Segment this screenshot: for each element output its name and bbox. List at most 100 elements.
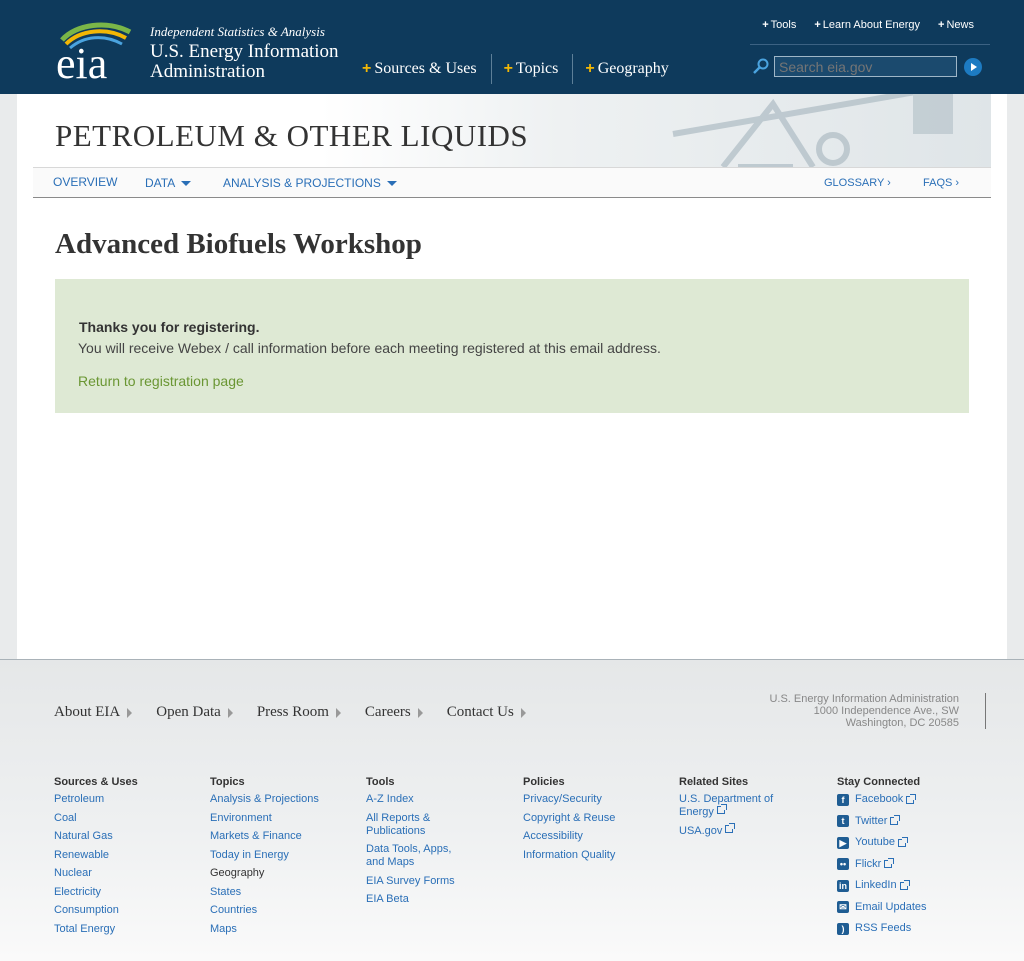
footer-link[interactable]: All Reports & Publications [366, 812, 466, 838]
footer-col-heading: Topics [210, 776, 245, 788]
footer-nav-open-data[interactable]: Open Data [156, 704, 233, 721]
plus-icon: + [585, 60, 595, 77]
notice-body: You will receive Webex / call informatio… [78, 340, 661, 356]
external-link-icon [716, 804, 727, 814]
footer-col-topics: Topics Analysis & Projections Environmen… [210, 776, 360, 941]
footer-link[interactable]: Today in Energy [210, 849, 360, 862]
footer-link[interactable]: EIA Survey Forms [366, 875, 466, 888]
footer-col-heading: Sources & Uses [54, 776, 138, 788]
site-header: eia Independent Statistics & Analysis U.… [0, 0, 1024, 94]
chevron-right-icon [520, 707, 526, 718]
address-line: U.S. Energy Information Administration [769, 693, 959, 705]
address-line: 1000 Independence Ave., SW [813, 705, 959, 717]
footer-col-tools: Tools A-Z Index All Reports & Publicatio… [366, 776, 466, 912]
address-line: Washington, DC 20585 [845, 717, 959, 729]
footer-col-heading: Policies [523, 776, 565, 788]
footer-link[interactable]: Coal [54, 812, 204, 825]
footer-link[interactable]: Nuclear [54, 867, 204, 880]
social-link-label: Youtube [855, 836, 895, 848]
footer-nav-press-room[interactable]: Press Room [257, 704, 341, 721]
org-name[interactable]: U.S. Energy Information Administration [150, 42, 339, 82]
footer-link[interactable]: Analysis & Projections [210, 793, 360, 806]
social-link-youtube[interactable]: ▶ Youtube [837, 836, 987, 849]
footer-link[interactable]: Privacy/Security [523, 793, 673, 806]
footer-link[interactable]: Countries [210, 904, 360, 917]
footer-link[interactable]: Information Quality [523, 849, 673, 862]
plus-icon: + [362, 60, 372, 77]
plus-icon: + [762, 19, 769, 31]
social-link-facebook[interactable]: f Facebook [837, 793, 987, 806]
divider [985, 693, 986, 729]
util-nav-tools[interactable]: + Tools [762, 19, 796, 44]
footer-link[interactable]: Accessibility [523, 830, 673, 843]
logo-wordmark: eia [56, 39, 107, 82]
util-nav-learn-about-energy[interactable]: + Learn About Energy [814, 19, 920, 44]
footer-link[interactable]: States [210, 886, 360, 899]
footer-nav: About EIA Open Data Press Room Careers C… [54, 704, 550, 721]
social-link-label: Email Updates [855, 900, 927, 913]
footer-link[interactable]: Environment [210, 812, 360, 825]
social-link-linkedin[interactable]: in LinkedIn [837, 879, 987, 892]
plus-icon: + [814, 19, 821, 31]
youtube-icon: ▶ [837, 836, 849, 849]
footer-col-policies: Policies Privacy/Security Copyright & Re… [523, 776, 673, 867]
subnav-label: ANALYSIS & PROJECTIONS [223, 176, 381, 190]
caret-down-icon [386, 181, 397, 187]
footer-link-doe[interactable]: U.S. Department of Energy [679, 793, 789, 819]
eia-logo[interactable]: eia [56, 18, 136, 88]
main-nav-sources-uses[interactable]: + Sources & Uses [350, 54, 492, 84]
footer-link[interactable]: Markets & Finance [210, 830, 360, 843]
utility-nav: + Tools + Learn About Energy + News [750, 19, 990, 45]
search-submit-button[interactable] [964, 58, 982, 76]
plus-icon: + [938, 19, 945, 31]
subnav-analysis-projections[interactable]: ANALYSIS & PROJECTIONS [223, 176, 397, 190]
util-nav-label: News [946, 19, 974, 31]
main-nav-label: Geography [597, 60, 669, 77]
footer-nav-label: Open Data [156, 704, 221, 720]
search-input[interactable] [774, 56, 957, 77]
footer-link-usa-gov[interactable]: USA.gov [679, 822, 789, 838]
flickr-icon: •• [837, 858, 849, 870]
chevron-right-icon [335, 707, 341, 718]
footer-subheading: Geography [210, 867, 265, 879]
subnav-faqs[interactable]: FAQS › [923, 177, 959, 189]
facebook-icon: f [837, 793, 849, 806]
external-link-icon [899, 879, 910, 890]
footer-link-label: USA.gov [679, 824, 723, 837]
footer-nav-label: About EIA [54, 704, 121, 720]
footer-link[interactable]: Copyright & Reuse [523, 812, 673, 825]
return-to-registration-link[interactable]: Return to registration page [78, 373, 244, 389]
section-subnav: OVERVIEW DATA ANALYSIS & PROJECTIONS GLO… [33, 167, 991, 198]
util-nav-news[interactable]: + News [938, 19, 974, 44]
main-nav-geography[interactable]: + Geography [573, 54, 682, 84]
social-link-twitter[interactable]: t Twitter [837, 815, 987, 828]
external-link-icon [890, 815, 901, 825]
social-link-rss-feeds[interactable]: ) RSS Feeds [837, 922, 987, 935]
footer-link[interactable]: EIA Beta [366, 893, 466, 906]
footer-link[interactable]: Renewable [54, 849, 204, 862]
social-link-label: LinkedIn [855, 879, 897, 891]
footer-link[interactable]: Maps [210, 923, 360, 936]
social-link-email-updates[interactable]: ✉ Email Updates [837, 901, 987, 914]
footer-nav-about-eia[interactable]: About EIA [54, 704, 133, 721]
footer-link[interactable]: Petroleum [54, 793, 204, 806]
section-banner: PETROLEUM & OTHER LIQUIDS [33, 94, 991, 167]
footer-link[interactable]: Consumption [54, 904, 204, 917]
org-name-line2: Administration [150, 61, 266, 82]
subnav-overview[interactable]: OVERVIEW [53, 175, 117, 189]
footer-link[interactable]: Natural Gas [54, 830, 204, 843]
social-link-flickr[interactable]: •• Flickr [837, 858, 987, 871]
footer-nav-careers[interactable]: Careers [365, 704, 423, 721]
search-icon [752, 58, 770, 76]
subnav-data[interactable]: DATA [145, 176, 192, 190]
page-title: Advanced Biofuels Workshop [55, 228, 422, 260]
footer-link[interactable]: Data Tools, Apps, and Maps [366, 843, 466, 869]
subnav-glossary[interactable]: GLOSSARY › [824, 177, 891, 189]
confirmation-notice: Thanks you for registering. You will rec… [55, 279, 969, 413]
footer-nav-contact-us[interactable]: Contact Us [447, 704, 526, 721]
footer-link[interactable]: Electricity [54, 886, 204, 899]
main-nav-topics[interactable]: + Topics [492, 54, 574, 84]
footer-link[interactable]: Total Energy [54, 923, 204, 936]
footer-nav-label: Contact Us [446, 704, 514, 720]
footer-link[interactable]: A-Z Index [366, 793, 466, 806]
